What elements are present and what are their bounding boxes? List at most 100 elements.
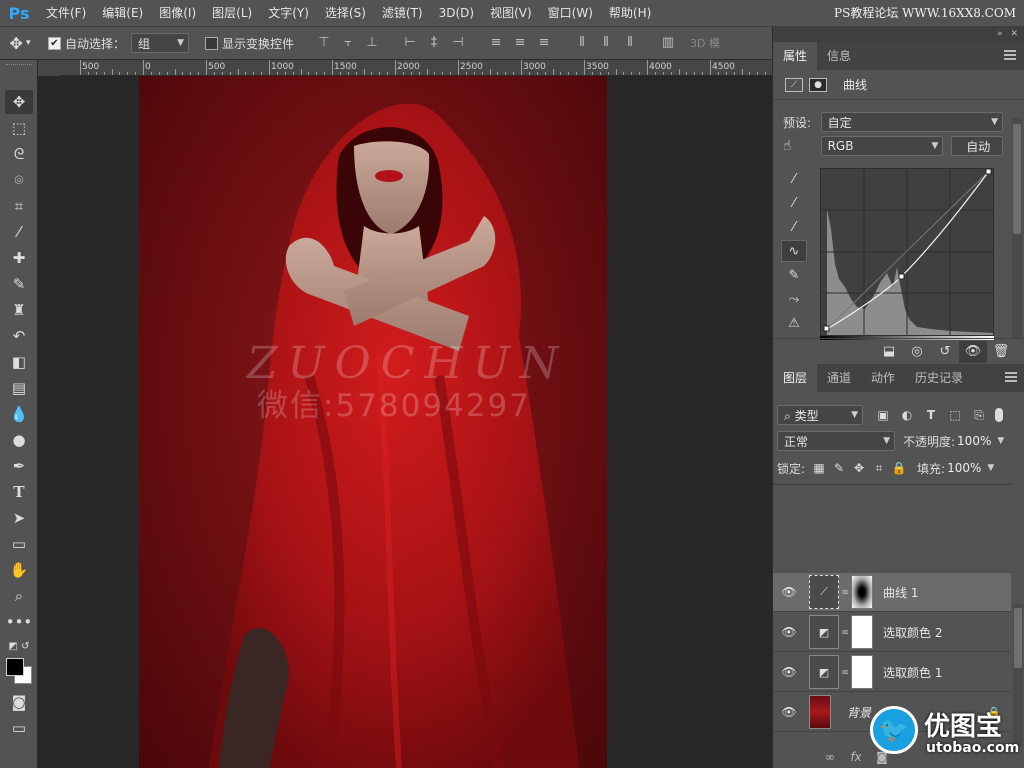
mask-link-icon[interactable]: ∞ bbox=[839, 667, 851, 678]
menu-help[interactable]: 帮助(H) bbox=[601, 0, 659, 26]
transform-controls-checkbox[interactable] bbox=[205, 36, 219, 50]
auto-align-icon[interactable]: ▥ bbox=[658, 33, 678, 53]
layer-visibility-eye-icon[interactable]: 👁 bbox=[773, 585, 805, 599]
distribute-left-icon[interactable]: ⦀ bbox=[572, 33, 592, 53]
curves-adjustment-icon[interactable]: ⟋ bbox=[785, 77, 803, 92]
auto-button[interactable]: 自动 bbox=[951, 136, 1003, 156]
blur-tool-icon[interactable]: 💧 bbox=[5, 402, 33, 426]
crop-tool-icon[interactable]: ⌗ bbox=[5, 194, 33, 218]
clip-to-layer-icon[interactable]: ⬓ bbox=[875, 341, 903, 363]
curve-points-icon[interactable]: ∿ bbox=[781, 240, 807, 262]
layer-visibility-eye-icon[interactable]: 👁 bbox=[773, 665, 805, 679]
blend-mode-dropdown[interactable]: 正常 ▼ bbox=[777, 431, 895, 451]
distribute-top-icon[interactable]: ≡ bbox=[486, 33, 506, 53]
align-right-icon[interactable]: ⊣ bbox=[448, 33, 468, 53]
menu-image[interactable]: 图像(I) bbox=[151, 0, 204, 26]
marquee-tool-icon[interactable]: ⬚ bbox=[5, 116, 33, 140]
preset-dropdown[interactable]: 自定 ▼ bbox=[820, 112, 1003, 132]
layer-style-fx-icon[interactable]: fx bbox=[843, 750, 869, 764]
horizontal-ruler[interactable]: 500 0 500 1000 1500 2000 2500 3000 3500 4000 4500 bbox=[60, 60, 772, 76]
gray-point-eyedropper-icon[interactable]: ⁄ bbox=[781, 192, 807, 214]
black-point-eyedropper-icon[interactable]: ⁄ bbox=[781, 168, 807, 190]
view-previous-state-icon[interactable]: ◎ bbox=[903, 341, 931, 363]
history-brush-tool-icon[interactable]: ↶ bbox=[5, 324, 33, 348]
quick-mask-icon[interactable]: ◙ bbox=[5, 690, 33, 714]
layer-selective-color-1[interactable]: 👁 ◩ ∞ 选取颜色 1 bbox=[773, 653, 1011, 692]
filter-shape-icon[interactable]: ⬚ bbox=[943, 408, 967, 422]
distribute-vcenter-icon[interactable]: ≡ bbox=[510, 33, 530, 53]
quick-select-tool-icon[interactable]: ⌾ bbox=[5, 168, 33, 192]
layers-panel-menu-icon[interactable] bbox=[1005, 372, 1017, 382]
tab-channels[interactable]: 通道 bbox=[817, 364, 861, 392]
lock-position-icon[interactable]: ✥ bbox=[849, 461, 869, 475]
link-layers-icon[interactable]: ∞ bbox=[817, 750, 843, 764]
menu-window[interactable]: 窗口(W) bbox=[540, 0, 601, 26]
canvas-area[interactable]: ZUOCHUN 微信:578094297 bbox=[38, 76, 772, 768]
tab-info[interactable]: 信息 bbox=[817, 42, 861, 70]
curve-pencil-icon[interactable]: ✎ bbox=[781, 264, 807, 286]
lock-all-icon[interactable]: 🔒 bbox=[889, 461, 909, 475]
layer-mask-icon[interactable]: ● bbox=[809, 77, 827, 92]
lock-image-pixels-icon[interactable]: ✎ bbox=[829, 461, 849, 475]
transform-controls-option[interactable]: 显示变换控件 bbox=[205, 35, 294, 52]
menu-select[interactable]: 选择(S) bbox=[317, 0, 374, 26]
lock-artboard-icon[interactable]: ⌗ bbox=[869, 461, 889, 476]
menu-edit[interactable]: 编辑(E) bbox=[94, 0, 151, 26]
opacity-chevron-icon[interactable]: ▼ bbox=[997, 436, 1004, 446]
zoom-tool-icon[interactable]: ⌕ bbox=[5, 584, 33, 608]
properties-scroll-thumb[interactable] bbox=[1013, 124, 1021, 234]
pen-tool-icon[interactable]: ✒ bbox=[5, 454, 33, 478]
layer-mask-thumbnail[interactable] bbox=[851, 655, 873, 689]
mask-link-icon[interactable]: ∞ bbox=[839, 627, 851, 638]
foreground-color-swatch[interactable] bbox=[6, 658, 24, 676]
menu-layer[interactable]: 图层(L) bbox=[204, 0, 260, 26]
delete-adjustment-icon[interactable]: 🗑 bbox=[987, 341, 1015, 363]
align-top-icon[interactable]: ⊤ bbox=[314, 33, 334, 53]
swap-colors-icon[interactable]: ◩ ↺ bbox=[5, 634, 33, 658]
layer-visibility-eye-icon[interactable]: 👁 bbox=[773, 625, 805, 639]
toolbar-grip[interactable] bbox=[6, 64, 32, 66]
type-tool-icon[interactable]: T bbox=[5, 480, 33, 504]
lasso-tool-icon[interactable]: ᘓ bbox=[5, 142, 33, 166]
filter-smart-object-icon[interactable]: ⎘ bbox=[967, 408, 991, 423]
menu-3d[interactable]: 3D(D) bbox=[431, 0, 482, 26]
curves-graph[interactable] bbox=[820, 168, 994, 336]
filter-pixel-icon[interactable]: ▣ bbox=[871, 408, 895, 422]
filter-type-icon[interactable]: T bbox=[919, 408, 943, 422]
properties-panel-menu-icon[interactable] bbox=[1004, 50, 1016, 60]
tab-history[interactable]: 历史记录 bbox=[905, 364, 973, 392]
layer-mask-thumbnail[interactable] bbox=[851, 575, 873, 609]
smooth-curve-icon[interactable]: ⤳ bbox=[781, 288, 807, 310]
align-left-icon[interactable]: ⊢ bbox=[400, 33, 420, 53]
filter-toggle-icon[interactable] bbox=[995, 408, 1003, 422]
eraser-tool-icon[interactable]: ◧ bbox=[5, 350, 33, 374]
rectangle-tool-icon[interactable]: ▭ bbox=[5, 532, 33, 556]
healing-brush-tool-icon[interactable]: ✚ bbox=[5, 246, 33, 270]
align-hcenter-icon[interactable]: ‡ bbox=[424, 33, 444, 53]
menu-view[interactable]: 视图(V) bbox=[482, 0, 540, 26]
screen-mode-icon[interactable]: ▭ bbox=[5, 716, 33, 740]
reset-adjustment-icon[interactable]: ↺ bbox=[931, 341, 959, 363]
white-point-eyedropper-icon[interactable]: ⁄ bbox=[781, 216, 807, 238]
dock-collapse-bar[interactable]: » ✕ bbox=[773, 26, 1024, 42]
filter-adjustment-icon[interactable]: ◐ bbox=[895, 408, 919, 422]
menu-type[interactable]: 文字(Y) bbox=[260, 0, 317, 26]
layer-curves-1[interactable]: 👁 ⟋ ∞ 曲线 1 bbox=[773, 573, 1011, 612]
hand-tool-icon[interactable]: ✋ bbox=[5, 558, 33, 582]
tab-layers[interactable]: 图层 bbox=[773, 364, 818, 392]
path-selection-tool-icon[interactable]: ➤ bbox=[5, 506, 33, 530]
align-vcenter-icon[interactable]: ⫟ bbox=[338, 33, 358, 53]
clipping-warning-icon[interactable]: ⚠ bbox=[781, 312, 807, 334]
auto-select-option[interactable]: ✔ 自动选择： bbox=[48, 35, 125, 52]
clone-stamp-tool-icon[interactable]: ♜ bbox=[5, 298, 33, 322]
properties-scrollbar[interactable] bbox=[1012, 118, 1022, 338]
layer-filter-dropdown[interactable]: ⌕ 类型 ▼ bbox=[777, 405, 863, 425]
mask-link-icon[interactable]: ∞ bbox=[839, 587, 851, 598]
target-adjustment-icon[interactable]: ☝ bbox=[783, 138, 821, 154]
dodge-tool-icon[interactable]: ● bbox=[5, 428, 33, 452]
distribute-bottom-icon[interactable]: ≡ bbox=[534, 33, 554, 53]
layer-visibility-eye-icon[interactable]: 👁 bbox=[773, 705, 805, 719]
move-tool-preset-icon[interactable]: ✥ ▾ bbox=[0, 28, 40, 58]
layers-scroll-thumb[interactable] bbox=[1014, 608, 1022, 668]
gradient-tool-icon[interactable]: ▤ bbox=[5, 376, 33, 400]
